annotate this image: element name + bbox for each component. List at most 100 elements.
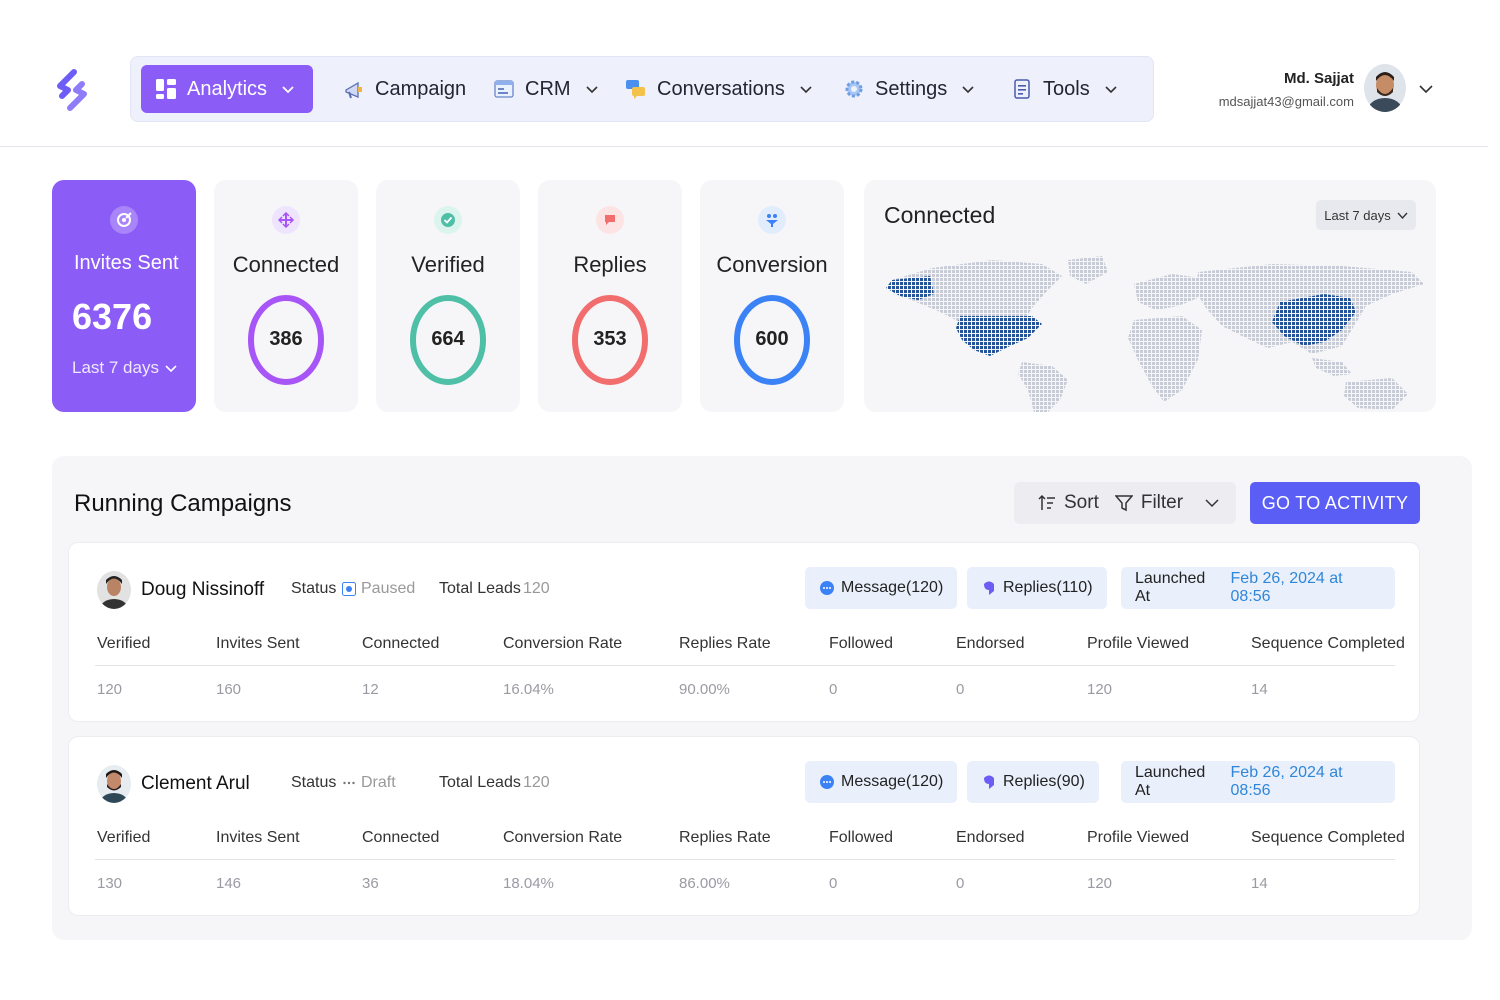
stat-cell: 120 — [1087, 875, 1113, 892]
col-header: Profile Viewed — [1087, 635, 1189, 652]
user-name: Md. Sajjat — [1283, 70, 1354, 87]
funnel-people-icon — [758, 206, 786, 234]
nav-crm-label: CRM — [525, 77, 571, 100]
invites-sent-card[interactable]: Invites Sent 6376 Last 7 days — [52, 180, 196, 412]
user-email: mdsajjat43@gmail.com — [1218, 94, 1354, 109]
col-header: Verified — [97, 635, 151, 652]
greenland-region — [1068, 256, 1108, 284]
map-title: Connected — [884, 202, 996, 228]
pause-status-icon — [342, 582, 356, 596]
col-header: Invites Sent — [216, 829, 300, 846]
invites-sent-title: Invites Sent — [74, 252, 179, 274]
running-campaigns-panel: Running Campaigns Sort Filter GO TO ACTI… — [52, 456, 1472, 940]
replies-label: Replies(90) — [1003, 773, 1085, 790]
map-period-select[interactable]: Last 7 days — [1316, 200, 1416, 230]
conversion-title: Conversion — [716, 252, 828, 277]
chevron-down-icon — [799, 82, 813, 96]
replies-card: Replies 353 — [538, 180, 682, 412]
chat-bubbles-icon — [625, 78, 647, 100]
nav-crm[interactable]: CRM — [493, 65, 599, 113]
col-header: Conversion Rate — [503, 829, 623, 846]
stat-cell: 0 — [829, 875, 838, 892]
replies-icon — [981, 774, 997, 790]
crm-window-icon — [493, 78, 515, 100]
nav-conversations[interactable]: Conversations — [625, 65, 813, 113]
col-header: Replies Rate — [679, 829, 771, 846]
connected-card: Connected 386 — [214, 180, 358, 412]
col-header: Followed — [829, 829, 894, 846]
replies-button[interactable]: Replies(110) — [967, 567, 1107, 609]
alaska-highlight — [886, 276, 934, 300]
usa-highlight — [956, 316, 1042, 356]
period-label: Last 7 days — [72, 358, 159, 377]
status-badge: Paused — [342, 580, 415, 598]
col-header: Verified — [97, 829, 151, 846]
nav-campaign[interactable]: Campaign — [343, 65, 466, 113]
stat-cell: 16.04% — [503, 681, 554, 698]
stat-cell: 0 — [956, 875, 965, 892]
go-to-activity-button[interactable]: GO TO ACTIVITY — [1250, 482, 1420, 524]
connected-value: 386 — [269, 328, 303, 350]
stat-cell: 120 — [97, 681, 123, 698]
chevron-down-icon — [1205, 497, 1219, 509]
status-label: Status — [291, 774, 337, 791]
conversion-value: 600 — [755, 328, 789, 350]
sort-filter-bar: Sort Filter — [1014, 482, 1236, 524]
world-dot-map — [886, 256, 1424, 412]
filter-label: Filter — [1140, 492, 1184, 513]
nav-analytics[interactable]: Analytics — [141, 65, 313, 113]
replies-button[interactable]: Replies(90) — [967, 761, 1099, 803]
running-campaigns-title: Running Campaigns — [74, 490, 292, 517]
southeast-asia-region — [1312, 358, 1352, 376]
campaign-row[interactable]: Doug Nissinoff Status Paused Total Leads… — [68, 542, 1420, 722]
message-icon — [819, 774, 835, 790]
col-header: Profile Viewed — [1087, 829, 1189, 846]
header-divider — [0, 146, 1488, 147]
status-badge: Draft — [342, 774, 396, 792]
document-icon — [1011, 78, 1033, 100]
chevron-down-icon — [1397, 211, 1408, 220]
africa-region — [1128, 316, 1202, 402]
stat-cell: 90.00% — [679, 681, 730, 698]
status-label: Status — [291, 580, 337, 597]
col-header: Conversion Rate — [503, 635, 623, 652]
chevron-down-icon — [1104, 82, 1118, 96]
sort-button[interactable]: Sort — [1038, 492, 1099, 514]
col-header: Endorsed — [956, 635, 1025, 652]
reply-bubble-icon — [596, 206, 624, 234]
period-select[interactable]: Last 7 days — [72, 358, 177, 378]
col-header: Sequence Completed — [1251, 829, 1405, 846]
col-header: Endorsed — [956, 829, 1025, 846]
stat-cell: 36 — [362, 875, 379, 892]
chevron-down-icon — [585, 82, 599, 96]
chevron-down-icon — [165, 363, 177, 373]
message-button[interactable]: Message(120) — [805, 761, 958, 803]
campaign-owner-avatar — [97, 765, 131, 803]
megaphone-icon — [343, 78, 365, 100]
nav-settings[interactable]: Settings — [843, 65, 975, 113]
campaign-row[interactable]: Clement Arul Status Draft Total Leads 12… — [68, 736, 1420, 916]
col-header: Replies Rate — [679, 635, 771, 652]
col-header: Followed — [829, 635, 894, 652]
filter-button[interactable]: Filter — [1114, 492, 1219, 514]
col-header: Connected — [362, 829, 440, 846]
stat-cell: 14 — [1251, 875, 1268, 892]
send-target-icon — [110, 206, 138, 234]
launched-date: Feb 26, 2024 at 08:56 — [1230, 570, 1343, 605]
app-logo[interactable] — [52, 68, 92, 112]
stat-cell: 0 — [956, 681, 965, 698]
conversion-card: Conversion 600 — [700, 180, 844, 412]
stat-cell: 14 — [1251, 681, 1268, 698]
user-avatar[interactable] — [1364, 64, 1406, 112]
total-leads-value: 120 — [523, 774, 550, 791]
more-dots-icon — [342, 776, 356, 790]
col-header: Connected — [362, 635, 440, 652]
nav-tools[interactable]: Tools — [1011, 65, 1118, 113]
stat-cell: 120 — [1087, 681, 1113, 698]
stat-cell: 160 — [216, 681, 242, 698]
invites-sent-value: 6376 — [72, 296, 153, 337]
message-button[interactable]: Message(120) — [805, 567, 958, 609]
move-arrows-icon — [272, 206, 300, 234]
account-menu-chevron-icon[interactable] — [1418, 82, 1434, 96]
campaign-owner-name: Doug Nissinoff — [141, 579, 265, 600]
